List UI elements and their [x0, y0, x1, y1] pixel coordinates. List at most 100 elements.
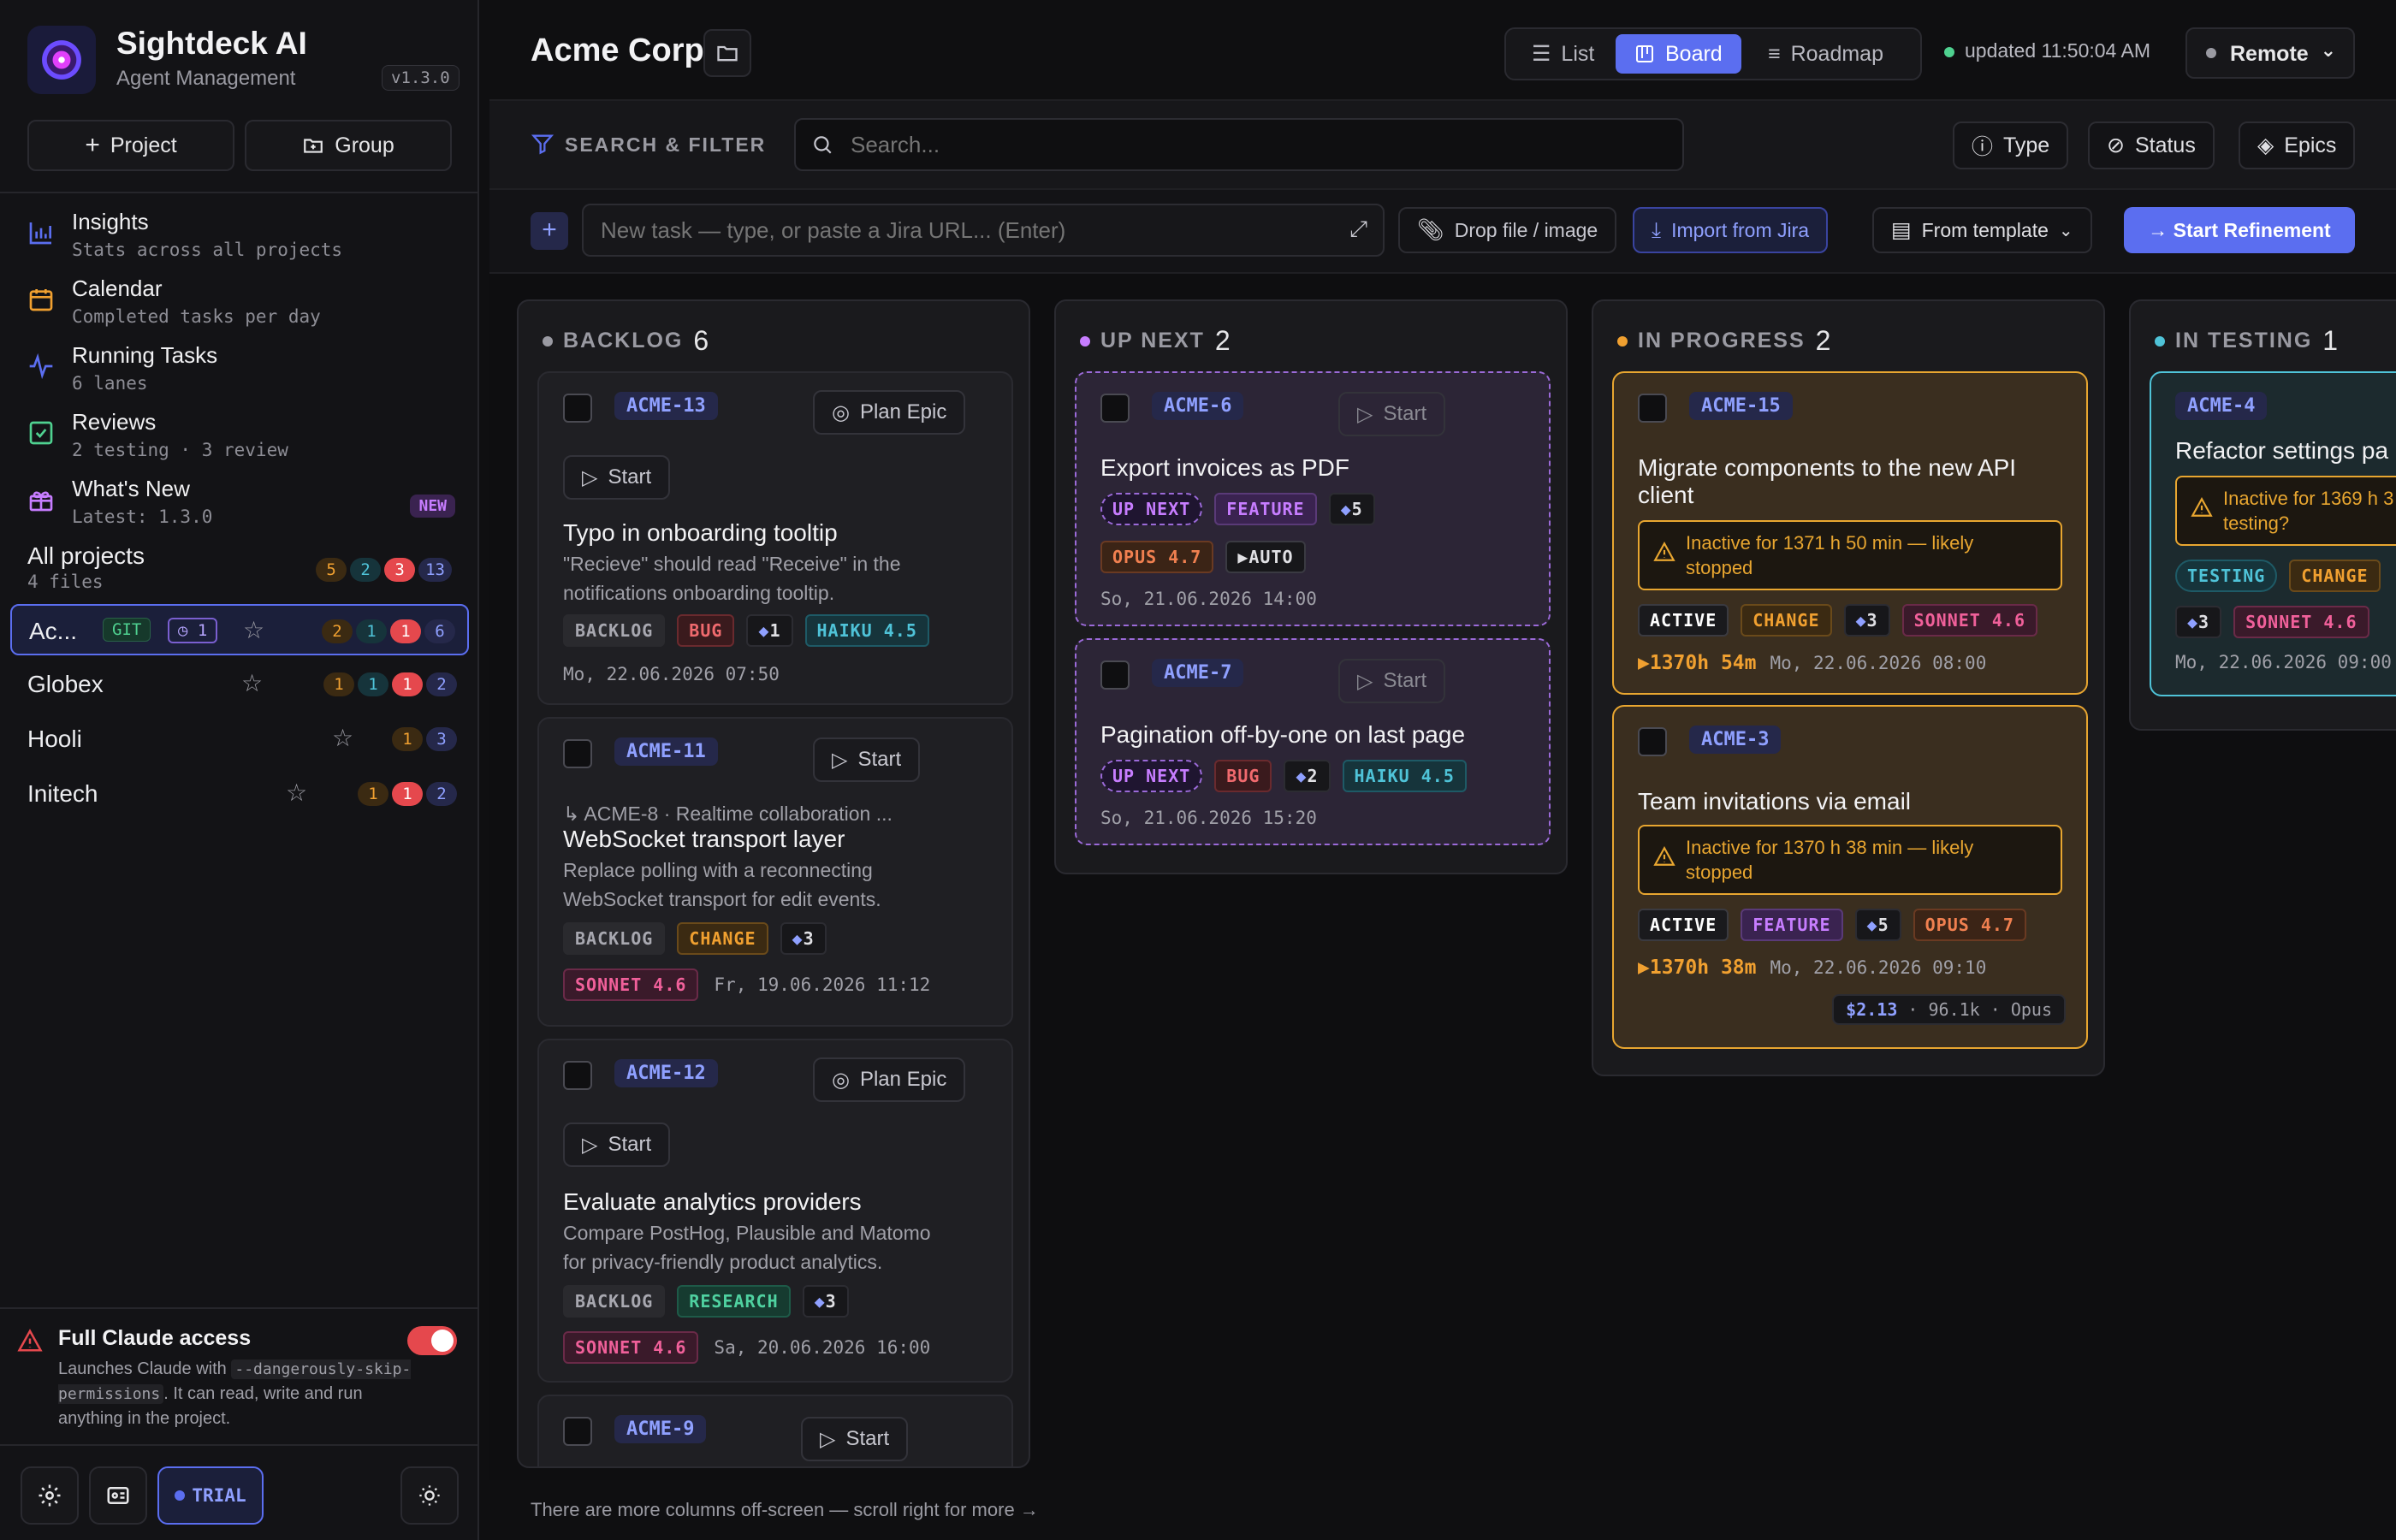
project-item-hooli[interactable]: Hooli ☆ 1 3 — [10, 714, 469, 765]
app-subtitle: Agent Management — [116, 67, 296, 90]
start-label: Start — [1383, 669, 1427, 692]
task-key[interactable]: ACME-4 — [2175, 392, 2268, 420]
folder-plus-icon — [304, 139, 323, 153]
start-button[interactable]: ▷ Start — [1338, 392, 1446, 436]
start-button[interactable]: ▷ Start — [801, 1417, 909, 1461]
nav-whats-new-title: What's New — [72, 476, 190, 501]
task-card-acme-9[interactable]: ACME-9 ▷ Start — [537, 1395, 1013, 1466]
star-icon[interactable]: ☆ — [241, 669, 263, 697]
plan-epic-button[interactable]: ◎ Plan Epic — [813, 1057, 966, 1102]
task-badges: SONNET 4.6 Fr, 19.06.2026 11:12 — [563, 968, 930, 1001]
add-task-button[interactable]: + — [531, 212, 568, 250]
start-refinement-button[interactable]: → Start Refinement — [2124, 207, 2355, 253]
count: 1 — [392, 727, 423, 751]
star-icon[interactable]: ☆ — [243, 616, 264, 644]
view-tab-list[interactable]: ☰ List — [1513, 34, 1613, 74]
column-title: IN PROGRESS — [1638, 329, 1806, 352]
card-checkbox[interactable] — [1100, 394, 1130, 423]
card-checkbox[interactable] — [563, 1061, 592, 1090]
theme-toggle-button[interactable] — [400, 1466, 459, 1525]
task-card-acme-13[interactable]: ACME-13 ◎ Plan Epic ▷ Start Typo in onboar… — [537, 371, 1013, 705]
start-button[interactable]: ▷ Start — [563, 455, 671, 500]
task-key[interactable]: ACME-9 — [614, 1415, 707, 1443]
warning-text: Launches Claude with --dangerously-skip-… — [58, 1357, 418, 1431]
task-key[interactable]: ACME-6 — [1152, 392, 1244, 420]
expand-icon[interactable]: ⤢ — [1349, 216, 1367, 243]
task-card-acme-12[interactable]: ACME-12 ◎ Plan Epic ▷ Start Evaluate analy… — [537, 1039, 1013, 1383]
nav-reviews[interactable]: Reviews 2 testing · 3 review — [27, 409, 455, 469]
task-card-acme-7[interactable]: ACME-7 ▷ Start Pagination off-by-one on l… — [1075, 638, 1551, 845]
add-project-button[interactable]: + Project — [27, 120, 234, 171]
add-group-button[interactable]: Group — [245, 120, 452, 171]
nav-insights[interactable]: Insights Stats across all projects — [27, 209, 455, 269]
view-tab-roadmap[interactable]: ≡ Roadmap — [1749, 34, 1902, 74]
type-filter[interactable]: ⓘ Type — [1953, 121, 2069, 169]
nav-whats-new[interactable]: What's New Latest: 1.3.0 NEW — [27, 476, 455, 536]
parent-epic-link[interactable]: ↳ ACME-8 · Realtime collaboration ... — [563, 799, 893, 828]
task-key[interactable]: ACME-11 — [614, 737, 718, 766]
all-projects-item[interactable]: All projects 4 files 5 2 3 13 — [27, 542, 455, 602]
new-task-input[interactable] — [601, 214, 1320, 246]
task-key[interactable]: ACME-15 — [1689, 392, 1793, 420]
task-key[interactable]: ACME-13 — [614, 392, 718, 420]
project-name: Initech — [27, 780, 98, 807]
trial-button[interactable]: TRIAL — [157, 1466, 264, 1525]
drop-file-button[interactable]: 📎︎ Drop file / image — [1398, 207, 1617, 253]
card-checkbox[interactable] — [1638, 727, 1667, 756]
card-checkbox[interactable] — [1100, 660, 1130, 690]
nav-calendar[interactable]: Calendar Completed tasks per day — [27, 275, 455, 335]
task-card-acme-4[interactable]: ACME-4 Refactor settings pa Inactive for… — [2150, 371, 2396, 696]
card-checkbox[interactable] — [563, 1417, 592, 1446]
import-jira-button[interactable]: ⤓ Import from Jira — [1633, 207, 1829, 253]
task-key[interactable]: ACME-7 — [1152, 659, 1244, 687]
star-icon[interactable]: ☆ — [332, 724, 353, 752]
plan-epic-label: Plan Epic — [859, 400, 947, 424]
view-tab-board[interactable]: Board — [1616, 34, 1741, 74]
elapsed-timer[interactable]: ▶1370h 54m Mo, 22.06.2026 08:00 — [1638, 652, 1986, 674]
task-card-acme-6[interactable]: ACME-6 ▷ Start Export invoices as PDF UP … — [1075, 371, 1551, 626]
status-filter[interactable]: ⊘ Status — [2088, 121, 2215, 169]
task-key[interactable]: ACME-12 — [614, 1059, 718, 1087]
plan-epic-button[interactable]: ◎ Plan Epic — [813, 390, 966, 435]
star-icon[interactable]: ☆ — [286, 779, 307, 807]
all-projects-sub: 4 files — [27, 572, 104, 592]
remote-select[interactable]: Remote ⌄ — [2185, 27, 2355, 79]
license-button[interactable] — [89, 1466, 147, 1525]
count: 3 — [426, 727, 457, 751]
settings-button[interactable] — [21, 1466, 79, 1525]
count: 1 — [392, 672, 423, 696]
project-item-acme[interactable]: Ac... GIT ◷ 1 ☆ 2 1 1 6 — [10, 604, 469, 655]
task-card-acme-11[interactable]: ACME-11 ▷ Start ↳ ACME-8 · Realtime colla… — [537, 717, 1013, 1027]
plan-epic-label: Plan Epic — [859, 1068, 947, 1091]
column-title: BACKLOG — [563, 329, 684, 352]
card-checkbox[interactable] — [563, 739, 592, 768]
search-input[interactable] — [851, 128, 1664, 161]
open-folder-button[interactable] — [703, 29, 751, 77]
project-item-globex[interactable]: Globex ☆ 1 1 1 2 — [10, 659, 469, 710]
task-key[interactable]: ACME-3 — [1689, 726, 1782, 754]
from-template-button[interactable]: ▤ From template ⌄ — [1872, 207, 2092, 253]
epics-filter[interactable]: ◈ Epics — [2239, 121, 2356, 169]
column-count: 2 — [1214, 325, 1231, 356]
all-projects-counts: 5 2 3 13 — [312, 558, 452, 582]
start-button[interactable]: ▷ Start — [1338, 659, 1446, 703]
points-value: 3 — [1866, 610, 1878, 631]
project-item-initech[interactable]: Initech ☆ 1 1 2 — [10, 768, 469, 820]
full-access-toggle[interactable] — [407, 1326, 457, 1355]
task-card-acme-3[interactable]: ACME-3 Team invitations via email Inacti… — [1612, 705, 2088, 1049]
task-card-acme-15[interactable]: ACME-15 Migrate components to the new AP… — [1612, 371, 2088, 695]
card-checkbox[interactable] — [1638, 394, 1667, 423]
count: 1 — [392, 782, 423, 806]
card-checkbox[interactable] — [563, 394, 592, 423]
column-backlog: BACKLOG 6 ACME-13 ◎ Plan Epic ▷ Start Typo… — [517, 299, 1030, 1468]
nav-running-tasks[interactable]: Running Tasks 6 lanes — [27, 342, 455, 402]
elapsed-timer[interactable]: ▶1370h 38m Mo, 22.06.2026 09:10 — [1638, 957, 1986, 979]
start-button[interactable]: ▷ Start — [563, 1122, 671, 1167]
remote-label: Remote — [2230, 42, 2309, 66]
diamond-icon: ◆ — [2187, 612, 2199, 632]
count: 2 — [426, 672, 457, 696]
nav-insights-title: Insights — [72, 209, 149, 234]
start-button[interactable]: ▷ Start — [813, 737, 921, 782]
info-icon: ⓘ — [1972, 135, 1994, 159]
points-value: 2 — [1307, 766, 1319, 786]
